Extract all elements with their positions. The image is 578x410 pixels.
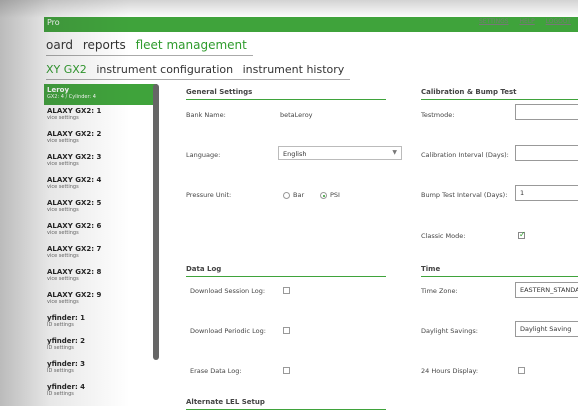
sidebar-item[interactable]: ALAXY GX2: 7 vice settings — [44, 243, 157, 266]
download-periodic-log-label: Download Periodic Log: — [190, 327, 266, 335]
classic-mode-checkbox[interactable] — [518, 230, 526, 239]
general-settings-title: General Settings — [186, 88, 386, 100]
erase-data-log-label: Erase Data Log: — [190, 367, 242, 375]
pressure-psi-label: PSI — [330, 191, 340, 199]
sidebar-item-subtitle: vice settings — [47, 276, 79, 282]
pressure-bar-radio[interactable] — [283, 192, 290, 199]
sidebar-item-title: ALAXY GX2: 3 — [47, 153, 102, 161]
pressure-bar-label: Bar — [293, 191, 305, 199]
sidebar-item[interactable]: yfinder: 4 ID settings — [44, 381, 157, 404]
language-label: Language: — [186, 151, 221, 159]
sidebar-item-title: ALAXY GX2: 8 — [47, 268, 102, 276]
sidebar-item-subtitle: vice settings — [47, 184, 79, 190]
sidebar-item-title: ALAXY GX2: 2 — [47, 130, 102, 138]
download-session-log-label: Download Session Log: — [190, 287, 266, 295]
sidebar-item[interactable]: ALAXY GX2: 2 vice settings — [44, 128, 157, 151]
sidebar-item[interactable]: yfinder: 1 ID settings — [44, 312, 157, 335]
nav-dashboard[interactable]: oard — [46, 38, 73, 52]
sidebar-item-subtitle: vice settings — [47, 253, 79, 259]
sidebar-item[interactable]: yfinder: 3 ID settings — [44, 358, 157, 381]
logout-link[interactable]: LOGOUT — [546, 18, 571, 25]
sidebar-item-title: yfinder: 2 — [47, 337, 86, 345]
sidebar-item[interactable]: ALAXY GX2: 3 vice settings — [44, 151, 157, 174]
help-link[interactable]: HELP — [519, 18, 534, 25]
tab-instrument-history[interactable]: instrument history — [243, 63, 345, 76]
sidebar-item-title: Leroy — [47, 86, 70, 94]
sidebar-item-subtitle: ID settings — [47, 391, 74, 397]
data-log-title: Data Log — [186, 265, 386, 277]
sidebar-item[interactable]: ALAXY GX2: 9 vice settings — [44, 289, 157, 312]
header-links: SETTINGS HELP LOGOUT — [470, 18, 571, 25]
sidebar-item-title: yfinder: 1 — [47, 314, 86, 322]
sidebar-item-title: ALAXY GX2: 4 — [47, 176, 102, 184]
calibration-interval-label: Calibration Interval (Days): — [421, 151, 509, 159]
settings-link[interactable]: SETTINGS — [479, 18, 509, 25]
alternate-lel-title: Alternate LEL Setup — [186, 398, 386, 410]
classic-mode-label: Classic Mode: — [421, 232, 466, 240]
time-zone-input[interactable]: EASTERN_STANDARD — [515, 282, 578, 298]
sidebar-item-subtitle: ID settings — [47, 345, 74, 351]
nav-reports[interactable]: reports — [83, 38, 126, 52]
sidebar-item-title: ALAXY GX2: 7 — [47, 245, 102, 253]
calibration-interval-input[interactable] — [515, 145, 578, 161]
sidebar-item-subtitle: vice settings — [47, 299, 79, 305]
testmode-label: Testmode: — [421, 111, 455, 119]
daylight-savings-label: Daylight Savings: — [421, 327, 478, 335]
sidebar-item-title: ALAXY GX2: 1 — [47, 107, 102, 115]
sidebar-item[interactable]: ALAXY GX2: 8 vice settings — [44, 266, 157, 289]
sidebar-item-subtitle: ID settings — [47, 322, 74, 328]
download-session-log-checkbox[interactable] — [283, 287, 290, 294]
daylight-savings-select[interactable]: Daylight Saving — [515, 321, 578, 337]
sidebar-item-selected[interactable]: Leroy GX2: 4 / Cylinder: 4 — [44, 84, 157, 105]
24-hours-display-label: 24 Hours Display: — [421, 367, 479, 375]
erase-data-log-checkbox[interactable] — [283, 367, 290, 374]
sidebar-item[interactable]: ALAXY GX2: 5 vice settings — [44, 197, 157, 220]
chevron-down-icon: ▼ — [392, 149, 397, 156]
top-shadow-overlay — [0, 0, 578, 18]
tab-instrument-model[interactable]: XY GX2 — [46, 63, 87, 76]
sidebar-item-subtitle: vice settings — [47, 161, 79, 167]
time-title: Time — [421, 265, 578, 277]
pressure-psi-radio[interactable] — [320, 192, 327, 199]
sidebar-item-subtitle: vice settings — [47, 115, 79, 121]
sidebar-item-title: yfinder: 4 — [47, 383, 86, 391]
sidebar-item-subtitle: ID settings — [47, 368, 74, 374]
sidebar-item-title: ALAXY GX2: 9 — [47, 291, 102, 299]
sidebar-item-title: ALAXY GX2: 5 — [47, 199, 102, 207]
bank-name-label: Bank Name: — [186, 111, 226, 119]
sidebar-item-title: ALAXY GX2: 6 — [47, 222, 102, 230]
main-nav: oard reports fleet management — [46, 38, 253, 56]
sidebar-item[interactable]: yfinder: 2 ID settings — [44, 335, 157, 358]
sidebar-item[interactable]: ALAXY GX2: 6 vice settings — [44, 220, 157, 243]
tab-instrument-configuration[interactable]: instrument configuration — [96, 63, 233, 76]
sidebar-item-subtitle: vice settings — [47, 230, 79, 236]
testmode-input[interactable] — [515, 104, 578, 120]
nav-fleet-management[interactable]: fleet management — [136, 38, 247, 52]
bump-interval-label: Bump Test Interval (Days): — [421, 191, 508, 199]
sidebar-item[interactable]: ALAXY GX2: 1 vice settings — [44, 105, 157, 128]
sidebar-item-subtitle: vice settings — [47, 138, 79, 144]
sidebar-scrollbar[interactable] — [153, 84, 159, 360]
sub-nav: XY GX2 instrument configuration instrume… — [46, 63, 351, 80]
language-select[interactable]: English ▼ — [278, 146, 402, 160]
time-zone-label: Time Zone: — [421, 287, 458, 295]
sidebar-item[interactable]: ALAXY GX2: 4 vice settings — [44, 174, 157, 197]
sidebar-item-title: yfinder: 3 — [47, 360, 86, 368]
sidebar-item-subtitle: GX2: 4 / Cylinder: 4 — [47, 94, 96, 100]
sidebar-item-subtitle: vice settings — [47, 207, 79, 213]
calibration-title: Calibration & Bump Test — [421, 88, 578, 100]
instrument-sidebar: Leroy GX2: 4 / Cylinder: 4 ALAXY GX2: 1v… — [44, 84, 157, 406]
language-select-value: English — [283, 150, 307, 158]
24-hours-display-checkbox[interactable] — [518, 367, 525, 374]
download-periodic-log-checkbox[interactable] — [283, 327, 290, 334]
bank-name-value[interactable]: betaLeroy — [280, 111, 313, 119]
brand-label: Pro — [47, 18, 60, 27]
bump-interval-input[interactable]: 1 — [515, 185, 578, 201]
pressure-unit-label: Pressure Unit: — [186, 191, 232, 199]
